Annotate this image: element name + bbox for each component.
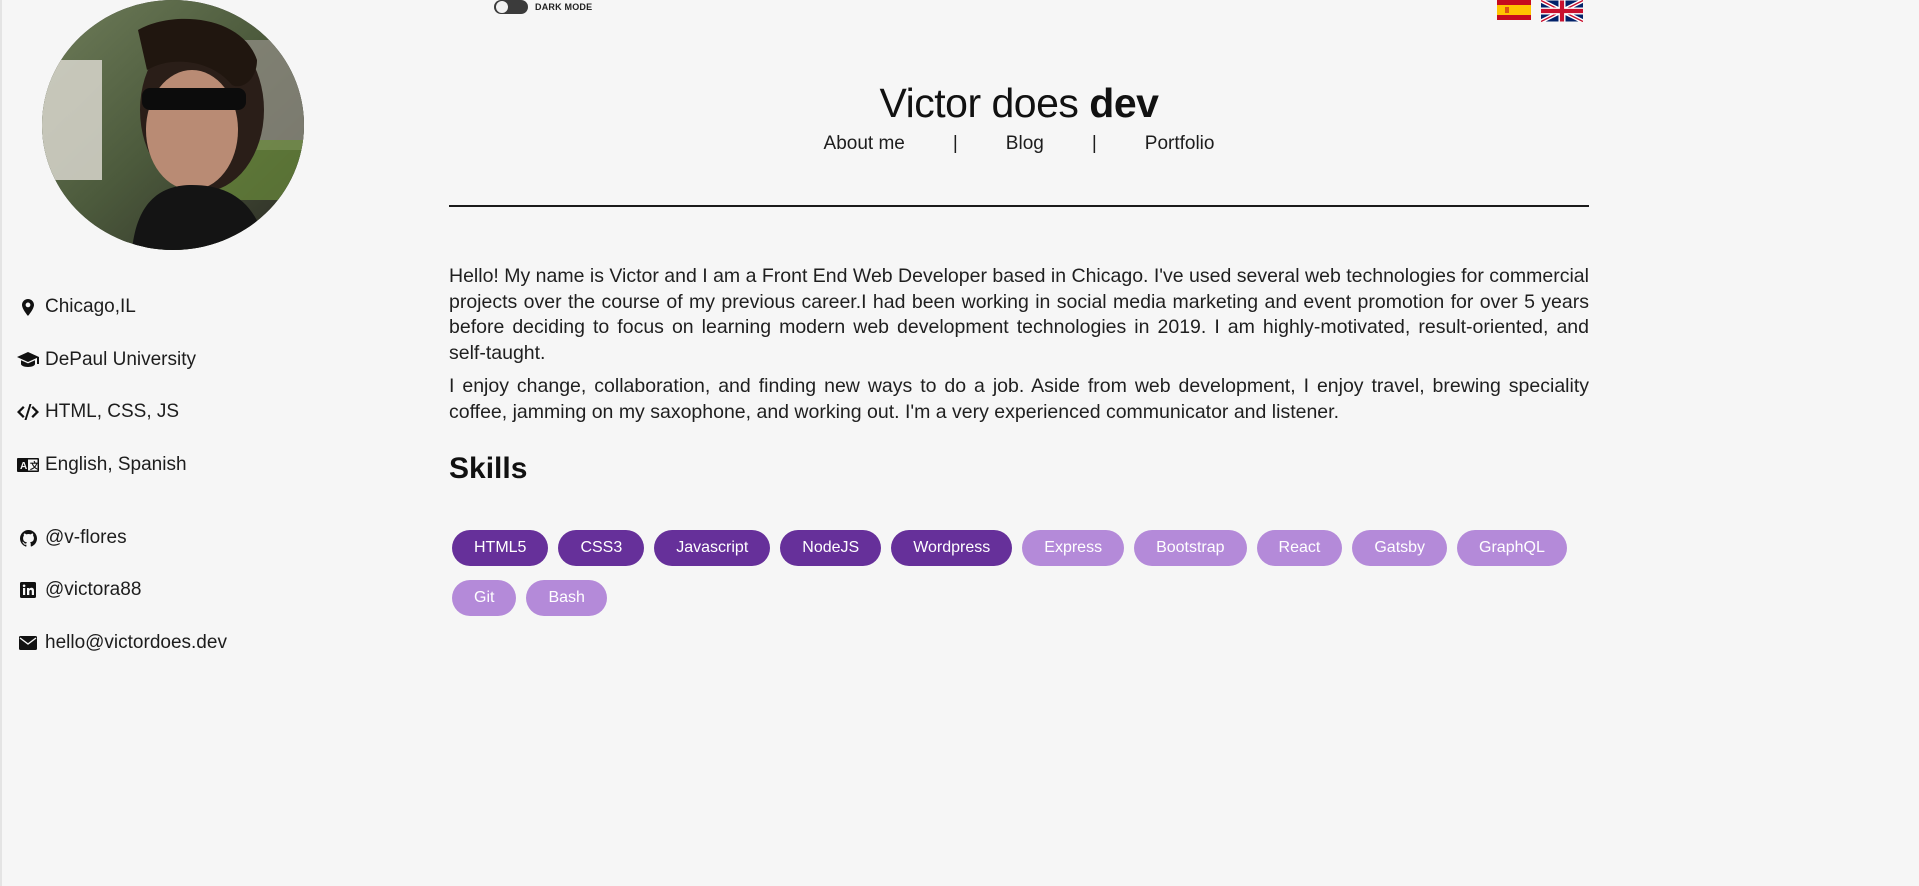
nav-separator: | [952, 133, 958, 154]
skill-badge: Wordpress [891, 530, 1013, 566]
dark-mode-label: DARK MODE [535, 2, 593, 12]
nav-about-me[interactable]: About me [824, 133, 905, 155]
svg-text:A: A [20, 461, 27, 472]
avatar [42, 0, 304, 250]
email-address: hello@victordoes.dev [45, 632, 227, 653]
tech-item: HTML, CSS, JS [17, 401, 179, 423]
skill-badge: GraphQL [1457, 530, 1567, 566]
site-title-bold: dev [1089, 80, 1159, 126]
education-text: DePaul University [45, 349, 196, 370]
toggle-knob [496, 1, 508, 13]
site-title-prefix: Victor does [879, 80, 1090, 126]
education-item: DePaul University [17, 349, 196, 371]
skill-badge: Bash [526, 580, 607, 616]
languages-item: A文 English, Spanish [17, 454, 187, 476]
linkedin-handle: @victora88 [45, 579, 142, 600]
main-nav: About me | Blog | Portfolio [449, 133, 1589, 155]
dark-mode-toggle[interactable] [494, 0, 528, 14]
nav-separator: | [1091, 133, 1097, 154]
skill-badge: HTML5 [452, 530, 549, 566]
about-section: Hello! My name is Victor and I am a Fron… [449, 264, 1589, 433]
skill-badge: Bootstrap [1134, 530, 1247, 566]
skill-badge: React [1256, 530, 1343, 566]
envelope-icon [17, 634, 39, 652]
about-paragraph: I enjoy change, collaboration, and findi… [449, 375, 1589, 423]
linkedin-icon [17, 581, 39, 599]
code-icon [17, 403, 39, 421]
skill-badge: Git [452, 580, 517, 616]
nav-portfolio[interactable]: Portfolio [1145, 133, 1215, 155]
site-title: Victor does dev [449, 80, 1589, 127]
uk-flag-icon[interactable] [1541, 0, 1583, 22]
svg-text:文: 文 [29, 460, 39, 471]
skill-badge: Express [1022, 530, 1125, 566]
skill-badge: Javascript [654, 530, 771, 566]
skill-badge: Gatsby [1352, 530, 1448, 566]
skills-list: HTML5 CSS3 Javascript NodeJS Wordpress E… [452, 530, 1592, 616]
spain-flag-icon[interactable] [1497, 0, 1531, 20]
skill-badge: NodeJS [780, 530, 882, 566]
github-handle: @v-flores [45, 527, 127, 548]
graduation-cap-icon [17, 351, 39, 369]
linkedin-link[interactable]: @victora88 [17, 579, 141, 601]
location-text: Chicago,IL [45, 296, 136, 317]
github-icon [17, 529, 39, 547]
location-item: Chicago,IL [17, 296, 136, 318]
skill-badge: CSS3 [558, 530, 645, 566]
sidebar: Chicago,IL DePaul University HTML, CSS, … [2, 0, 402, 886]
page: Chicago,IL DePaul University HTML, CSS, … [0, 0, 1919, 886]
language-switcher [1497, 0, 1583, 22]
tech-text: HTML, CSS, JS [45, 401, 180, 422]
skills-heading: Skills [449, 452, 528, 485]
languages-text: English, Spanish [45, 454, 187, 475]
github-link[interactable]: @v-flores [17, 527, 127, 549]
email-link[interactable]: hello@victordoes.dev [17, 632, 227, 654]
map-marker-icon [17, 298, 39, 316]
dark-mode-toggle-group: DARK MODE [494, 0, 592, 14]
about-paragraph: Hello! My name is Victor and I am a Fron… [449, 265, 1589, 364]
nav-blog[interactable]: Blog [1006, 133, 1044, 155]
language-icon: A文 [17, 456, 39, 474]
header-divider [449, 205, 1589, 207]
